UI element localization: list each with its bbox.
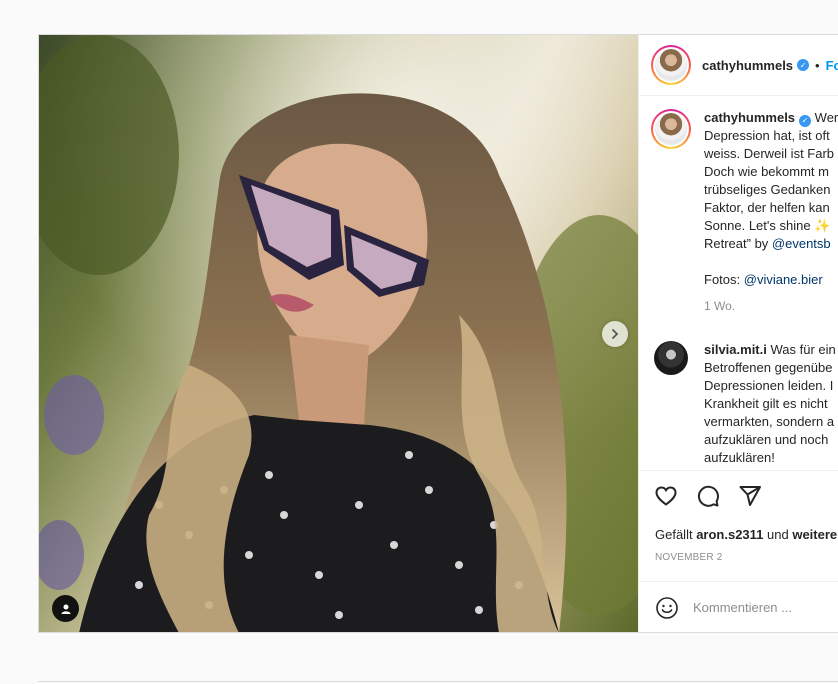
liked-by-user-link[interactable]: aron.s2311	[696, 527, 763, 542]
caption-line: Retreat” by	[704, 236, 772, 251]
caption-line: Sonne. Let's shine ✨	[704, 218, 831, 233]
caption-line: Doch wie bekommt m	[704, 164, 829, 179]
separator-dot: •	[815, 57, 820, 73]
comment-text: silvia.mit.i Was für ein Betroffenen geg…	[704, 341, 838, 467]
tagged-users-button[interactable]	[52, 595, 79, 622]
caption-line: Wer	[814, 110, 838, 125]
heart-icon	[655, 486, 677, 506]
caption-line: Depression hat, ist oft	[704, 128, 830, 143]
comment-line: Krankheit gilt es nicht	[704, 396, 828, 411]
post-header: cathyhummels ✓ • Fo	[639, 35, 838, 96]
mention-link[interactable]: @viviane.bier	[744, 272, 823, 287]
comment-line: aufzuklären und noch	[704, 432, 829, 447]
commenter-avatar[interactable]	[654, 341, 688, 375]
verified-badge-icon: ✓	[799, 115, 812, 127]
caption-author-avatar[interactable]	[651, 109, 691, 149]
send-icon	[739, 486, 761, 506]
like-button[interactable]	[653, 483, 679, 509]
comment-line: Was für ein	[770, 342, 836, 357]
page-divider	[38, 681, 838, 682]
verified-badge-icon: ✓	[797, 59, 810, 71]
likes-summary: Gefällt aron.s2311 und weitere	[655, 527, 837, 542]
caption-line: Faktor, der helfen kan	[704, 200, 830, 215]
likes-prefix: Gefällt	[655, 527, 697, 542]
user-icon	[61, 604, 70, 614]
commenter-username[interactable]: silvia.mit.i	[704, 342, 767, 357]
caption-line: weiss. Derweil ist Farb	[704, 146, 835, 161]
post-actions: Gefällt aron.s2311 und weitere NOVEMBER …	[639, 470, 838, 593]
comment-icon	[697, 485, 719, 507]
author-avatar[interactable]	[651, 45, 691, 85]
caption-text: cathyhummels ✓ Wer Depression hat, ist of…	[704, 109, 838, 315]
follow-button[interactable]: Fo	[826, 58, 838, 73]
photo-illustration	[39, 35, 638, 632]
comment-line: Depressionen leiden. I	[704, 378, 834, 393]
comment-line: aufzuklären!	[704, 450, 775, 465]
add-comment-bar: Kommentieren ...	[639, 581, 838, 632]
share-button[interactable]	[737, 483, 763, 509]
comment-input[interactable]: Kommentieren ...	[693, 600, 792, 615]
post-photo[interactable]	[39, 35, 638, 632]
author-username[interactable]: cathyhummels	[702, 58, 793, 73]
comment-line: Betroffenen gegenübe	[704, 360, 833, 375]
comment-line: vermarkten, sondern a	[704, 414, 835, 429]
next-photo-button[interactable]	[602, 321, 628, 347]
comment-button[interactable]	[695, 483, 721, 509]
post-card: cathyhummels ✓ • Fo cathyhummels ✓ Wer De…	[38, 34, 838, 633]
photo-credit-label: Fotos:	[704, 272, 744, 287]
chevron-right-icon	[612, 329, 619, 339]
mention-link[interactable]: @eventsb	[772, 236, 831, 251]
post-date[interactable]: NOVEMBER 2	[655, 552, 723, 563]
caption-username[interactable]: cathyhummels	[704, 110, 795, 125]
post-sidebar: cathyhummels ✓ • Fo cathyhummels ✓ Wer De…	[638, 35, 838, 632]
caption-time[interactable]: 1 Wo.	[704, 297, 838, 315]
likes-connector: und	[763, 527, 793, 542]
liked-by-others-link[interactable]: weitere	[792, 527, 837, 542]
comments-scroll-area[interactable]: cathyhummels ✓ Wer Depression hat, ist of…	[639, 97, 838, 469]
caption-line: trübseliges Gedanken	[704, 182, 831, 197]
emoji-icon[interactable]	[655, 596, 679, 620]
